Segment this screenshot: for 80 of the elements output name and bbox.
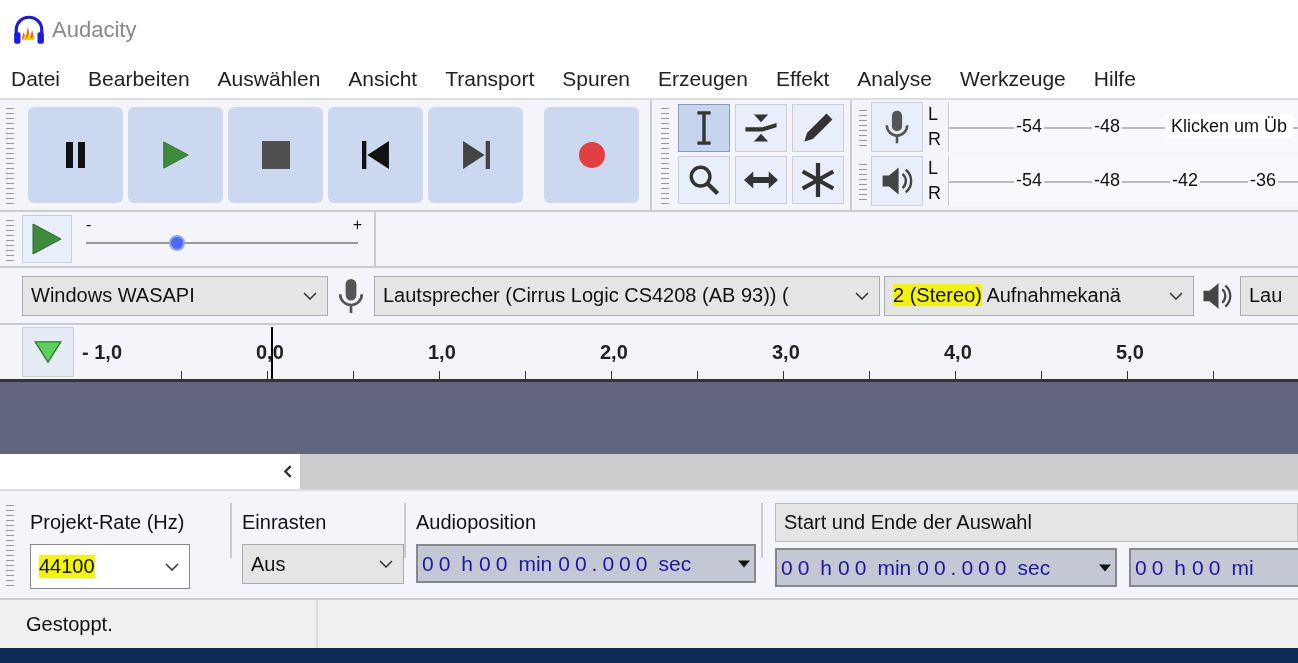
field-label: Einrasten xyxy=(242,511,328,534)
dropdown-arrow-icon xyxy=(1099,563,1111,572)
playback-device-dropdown[interactable]: Lau xyxy=(1240,275,1298,316)
tool-button[interactable] xyxy=(792,156,844,204)
headphones-logo-icon xyxy=(12,14,46,46)
snap-dropdown[interactable]: Aus xyxy=(242,544,404,584)
horizontal-scrollbar[interactable] xyxy=(300,454,1298,489)
microphone-icon xyxy=(336,277,366,314)
menu-item[interactable]: Datei xyxy=(11,67,61,91)
play-icon xyxy=(161,141,190,169)
field-label: Projekt-Rate (Hz) xyxy=(30,511,186,534)
window-title: Audacity xyxy=(52,17,137,43)
track-area[interactable] xyxy=(0,382,1298,454)
menu-item[interactable]: Hilfe xyxy=(1093,67,1136,91)
project-rate-dropdown[interactable]: 44100 xyxy=(30,544,190,589)
ruler-label: - 1,0 xyxy=(82,341,123,364)
triangle-down-icon xyxy=(34,341,62,363)
pencil-icon xyxy=(801,111,835,145)
section-header: Start und Ende der Auswahl xyxy=(775,503,1298,542)
channel-label: L xyxy=(928,104,939,125)
channel-label: R xyxy=(928,183,942,204)
stop-icon xyxy=(261,141,290,169)
rate-value: 44100 xyxy=(39,555,95,578)
slider-min-label: - xyxy=(86,216,92,234)
menu-item[interactable]: Transport xyxy=(445,67,535,91)
ruler-label: 2,0 xyxy=(600,341,628,364)
field-label: Audioposition xyxy=(416,511,538,534)
play-at-speed-button[interactable] xyxy=(22,215,72,263)
asterisk-icon xyxy=(801,163,835,197)
dropdown-arrow-icon xyxy=(738,559,750,568)
menu-item[interactable]: Erzeugen xyxy=(658,67,748,91)
tool-button[interactable] xyxy=(735,156,787,204)
time-field[interactable]: 00 h 00 mi xyxy=(1129,548,1298,587)
transport-button[interactable] xyxy=(228,107,323,203)
menu-item[interactable]: Bearbeiten xyxy=(88,67,190,91)
host-dropdown[interactable]: Windows WASAPI xyxy=(22,275,328,316)
level-meter[interactable]: -54 -48 -42 -36 xyxy=(948,156,1298,206)
meter-button[interactable] xyxy=(871,156,923,206)
play-icon xyxy=(32,223,62,255)
highlighted-text: 2 (Stereo) xyxy=(893,284,982,306)
channels-dropdown[interactable]: 2 (Stereo) Aufnahmekanä xyxy=(884,275,1194,316)
time-field[interactable]: 00 h 00 min 00.000 sec xyxy=(775,548,1117,587)
speed-slider-thumb[interactable] xyxy=(169,235,186,251)
transport-button[interactable] xyxy=(28,107,123,203)
level-meter[interactable]: -54 -48 Klicken um Üb xyxy=(948,102,1298,152)
chevron-down-icon xyxy=(855,291,869,300)
ruler-label: 4,0 xyxy=(944,341,972,364)
tool-button[interactable] xyxy=(792,104,844,152)
recording-device-dropdown[interactable]: Lautsprecher (Cirrus Logic CS4208 (AB 93)) ( xyxy=(374,275,880,316)
speaker-icon xyxy=(881,164,913,198)
tool-button[interactable] xyxy=(678,156,730,204)
zoom-icon xyxy=(687,163,721,197)
tool-button[interactable] xyxy=(735,104,787,152)
ruler-label: 3,0 xyxy=(772,341,800,364)
timeline-options-button[interactable] xyxy=(22,327,74,377)
transport-button[interactable] xyxy=(428,107,523,203)
skip-to-end-icon xyxy=(461,141,490,169)
menu-item[interactable]: Ansicht xyxy=(348,67,418,91)
channel-label: R xyxy=(928,129,942,150)
menu-item[interactable]: Auswählen xyxy=(217,67,321,91)
menu-item[interactable]: Analyse xyxy=(857,67,932,91)
meter-button[interactable] xyxy=(871,102,923,152)
ruler-label: 5,0 xyxy=(1116,341,1144,364)
meter-hint: Klicken um Üb xyxy=(1165,114,1294,139)
menu-item[interactable]: Werkzeuge xyxy=(959,67,1066,91)
time-field[interactable]: 00 h 00 min 00.000 sec xyxy=(416,544,756,583)
menu-item[interactable]: Spuren xyxy=(562,67,631,91)
chevron-down-icon xyxy=(303,291,317,300)
channels-text: Aufnahmekanä xyxy=(986,284,1121,306)
chevron-down-icon xyxy=(165,562,179,571)
transport-button[interactable] xyxy=(328,107,423,203)
skip-to-start-icon xyxy=(361,141,390,169)
ruler-label: 1,0 xyxy=(428,341,456,364)
menu-item[interactable]: Effekt xyxy=(775,67,830,91)
record-icon xyxy=(577,141,606,169)
chevron-down-icon xyxy=(1169,291,1183,300)
slider-max-label: + xyxy=(352,216,362,234)
chevron-down-icon xyxy=(379,560,393,568)
tool-button[interactable] xyxy=(678,104,730,152)
channel-label: L xyxy=(928,158,939,179)
